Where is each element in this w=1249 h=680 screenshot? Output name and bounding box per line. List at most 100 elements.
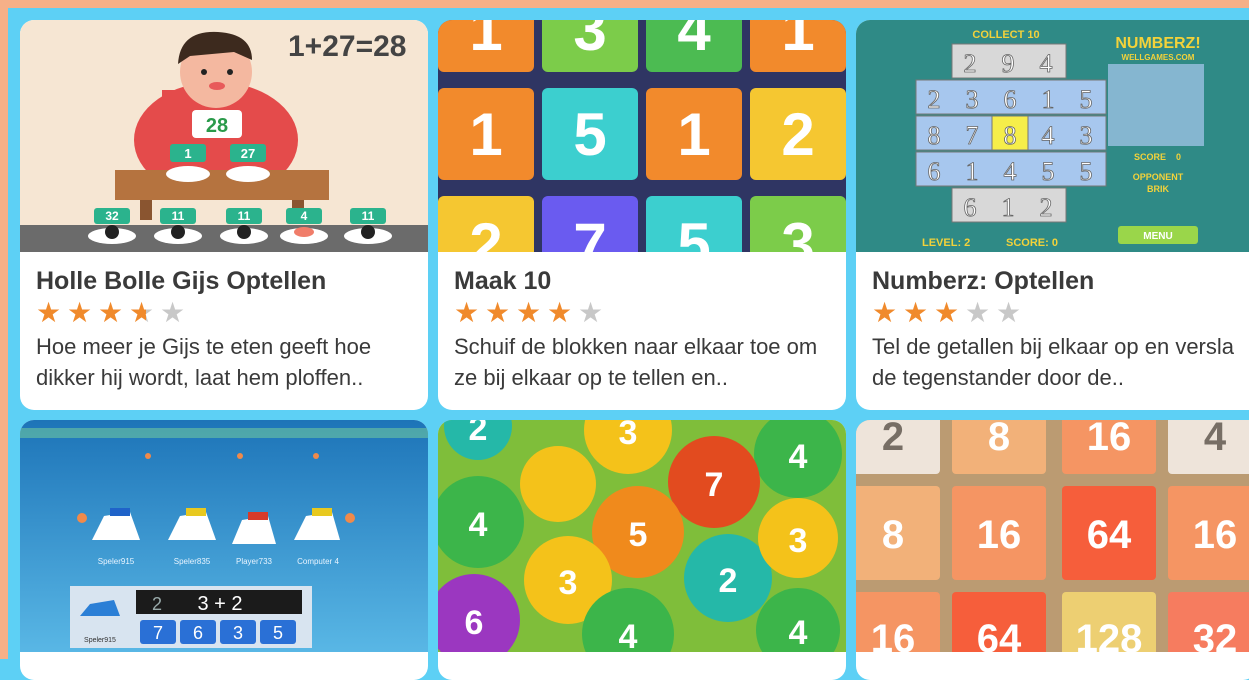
tile-number: 1 bbox=[469, 20, 502, 63]
sushi-label: 11 bbox=[238, 209, 251, 223]
game-thumbnail[interactable]: 2 8 16 4 8 16 64 16 16 64 128 32 bbox=[856, 420, 1249, 652]
rating-stars: ★ ★ ★ ★ ★ bbox=[454, 298, 836, 328]
tile-number: 1 bbox=[677, 101, 710, 168]
shirt-number: 28 bbox=[206, 115, 228, 137]
game-thumbnail[interactable]: COLLECT 10 NUMBERZ! WELLGAMES.COM SCORE … bbox=[856, 20, 1249, 252]
tile-number: 16 bbox=[977, 513, 1022, 557]
game-card-maak-10[interactable]: 1 3 4 1 1 5 1 2 2 7 5 3 Maak 10 ★ ★ ★ ★ … bbox=[438, 20, 846, 410]
game-card-2048[interactable]: 2 8 16 4 8 16 64 16 16 64 128 32 bbox=[856, 420, 1249, 680]
board-number: 4 bbox=[1040, 49, 1053, 78]
player-name: Speler835 bbox=[174, 557, 211, 566]
board-number: 8 bbox=[1004, 121, 1017, 150]
board-number: 3 bbox=[1080, 121, 1093, 150]
game-card-holle-bolle-gijs[interactable]: 1+27=28 28 1 27 32 11 11 4 11 Holle Boll… bbox=[20, 20, 428, 410]
board-number: 1 bbox=[1002, 193, 1015, 222]
star-half-icon: ★ bbox=[129, 298, 160, 328]
answer-button[interactable]: 5 bbox=[273, 623, 283, 643]
star-empty-icon: ★ bbox=[965, 297, 990, 328]
star-empty-icon: ★ bbox=[160, 297, 185, 328]
game-title[interactable]: Numberz: Optellen bbox=[872, 266, 1247, 296]
game-thumbnail[interactable]: Speler915 Speler835 Player733 Computer 4… bbox=[20, 420, 428, 652]
menu-button[interactable]: MENU bbox=[1143, 231, 1172, 242]
board-number: 3 bbox=[966, 85, 979, 114]
game-thumbnail[interactable]: 1 3 4 1 1 5 1 2 2 7 5 3 bbox=[438, 20, 846, 252]
tile-number: 1 bbox=[781, 20, 814, 63]
board-number: 1 bbox=[1042, 85, 1055, 114]
ball-number: 4 bbox=[619, 618, 638, 652]
game-thumbnail[interactable]: 1+27=28 28 1 27 32 11 11 4 11 bbox=[20, 20, 428, 252]
game-description: Schuif de blokken naar elkaar toe om ze … bbox=[454, 334, 818, 390]
ball-number: 7 bbox=[705, 466, 724, 504]
sushi-label: 32 bbox=[105, 209, 119, 223]
tile-number: 32 bbox=[1193, 617, 1238, 652]
equation-text: 1+27=28 bbox=[288, 30, 406, 63]
tile-number: 7 bbox=[573, 211, 606, 252]
tile-number: 1 bbox=[469, 101, 502, 168]
star-icon: ★ bbox=[903, 297, 928, 328]
board-number: 4 bbox=[1042, 121, 1055, 150]
star-icon: ★ bbox=[547, 297, 572, 328]
numberz-logo: NUMBERZ! bbox=[1115, 35, 1200, 52]
sushi-label: 11 bbox=[172, 209, 185, 223]
question-number: 2 bbox=[152, 594, 162, 614]
game-description: Hoe meer je Gijs te eten geeft hoe dikke… bbox=[36, 334, 372, 390]
tile-number: 8 bbox=[882, 513, 904, 557]
collect-label: COLLECT 10 bbox=[972, 29, 1039, 41]
tile-number: 16 bbox=[1193, 513, 1238, 557]
ball-number: 6 bbox=[465, 604, 484, 642]
board-number: 6 bbox=[928, 157, 941, 186]
board-number: 2 bbox=[928, 85, 941, 114]
game-card-jetski[interactable]: Speler915 Speler835 Player733 Computer 4… bbox=[20, 420, 428, 680]
rating-stars: ★ ★ ★ ★ ★ bbox=[36, 298, 418, 328]
tile-number: 8 bbox=[988, 420, 1010, 459]
star-icon: ★ bbox=[454, 297, 479, 328]
tile-number: 16 bbox=[1087, 420, 1132, 459]
my-player: Speler915 bbox=[84, 637, 116, 644]
tile-number: 5 bbox=[677, 211, 710, 252]
player-name: Speler915 bbox=[98, 557, 135, 566]
ball-number: 3 bbox=[789, 522, 808, 560]
site-label: WELLGAMES.COM bbox=[1122, 53, 1195, 62]
ball-number: 2 bbox=[469, 420, 488, 448]
score-label: SCORE bbox=[1134, 152, 1166, 162]
score-value: 0 bbox=[1176, 152, 1181, 162]
board-number: 5 bbox=[1042, 157, 1055, 186]
tile-number: 4 bbox=[1204, 420, 1227, 459]
tile-number: 5 bbox=[573, 101, 606, 168]
opponent-label: OPPONENT bbox=[1133, 172, 1184, 182]
rating-stars: ★ ★ ★ ★ ★ bbox=[872, 298, 1247, 328]
board-number: 6 bbox=[1004, 85, 1017, 114]
ball-number: 2 bbox=[719, 562, 738, 600]
plate-label: 27 bbox=[241, 146, 255, 161]
ball-number: 4 bbox=[789, 614, 808, 652]
question-text: 3 + 2 bbox=[197, 593, 242, 615]
ball-number: 5 bbox=[629, 516, 648, 554]
star-icon: ★ bbox=[67, 297, 92, 328]
game-thumbnail[interactable]: 2 3 4 7 4 5 2 3 3 6 4 4 bbox=[438, 420, 846, 652]
answer-button[interactable]: 3 bbox=[233, 623, 243, 643]
answer-button[interactable]: 7 bbox=[153, 623, 163, 643]
board-number: 6 bbox=[964, 193, 977, 222]
tile-number: 2 bbox=[882, 420, 904, 459]
score-bottom: SCORE: 0 bbox=[1006, 237, 1058, 249]
tile-number: 2 bbox=[469, 211, 502, 252]
sushi-label: 11 bbox=[362, 209, 375, 223]
game-title[interactable]: Maak 10 bbox=[454, 266, 836, 296]
star-icon: ★ bbox=[934, 297, 959, 328]
board-number: 4 bbox=[1004, 157, 1017, 186]
board-number: 5 bbox=[1080, 85, 1093, 114]
tile-number: 64 bbox=[1087, 513, 1132, 557]
answer-button[interactable]: 6 bbox=[193, 623, 203, 643]
game-title[interactable]: Holle Bolle Gijs Optellen bbox=[36, 266, 418, 296]
game-card-balls[interactable]: 2 3 4 7 4 5 2 3 3 6 4 4 bbox=[438, 420, 846, 680]
board-number: 7 bbox=[966, 121, 979, 150]
tile-number: 3 bbox=[781, 211, 814, 252]
board-number: 9 bbox=[1002, 49, 1015, 78]
game-card-numberz[interactable]: COLLECT 10 NUMBERZ! WELLGAMES.COM SCORE … bbox=[856, 20, 1249, 410]
board-number: 2 bbox=[964, 49, 977, 78]
ball-number: 4 bbox=[789, 438, 808, 476]
tile-number: 4 bbox=[677, 20, 711, 63]
board-number: 8 bbox=[928, 121, 941, 150]
star-icon: ★ bbox=[516, 297, 541, 328]
ball-number: 4 bbox=[469, 506, 488, 544]
